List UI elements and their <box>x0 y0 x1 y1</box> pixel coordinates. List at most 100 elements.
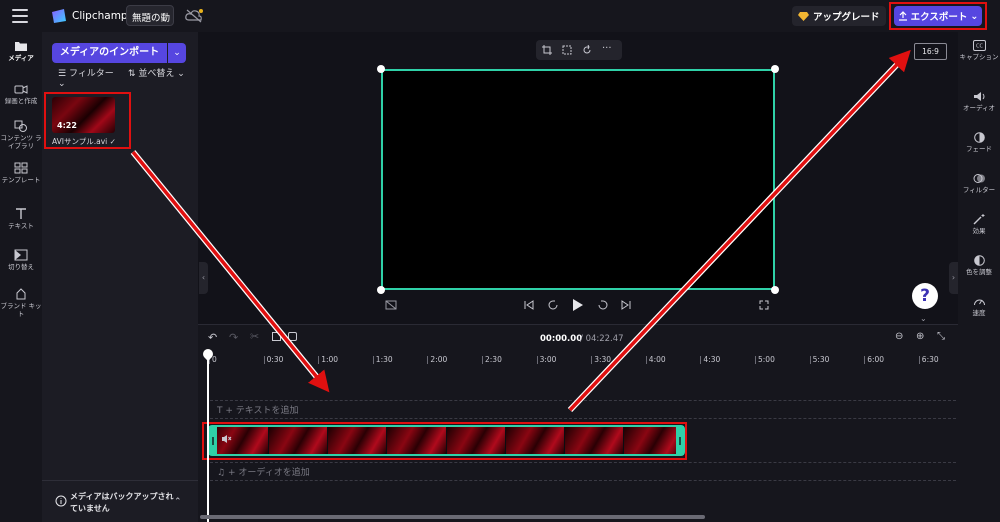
nav-label: フェード <box>966 145 992 153</box>
ruler-tick <box>918 356 920 364</box>
crop-icon[interactable] <box>542 45 552 55</box>
ruler-label: 5:00 <box>758 355 775 364</box>
collapse-left-panel-icon[interactable]: ‹ <box>199 262 208 294</box>
skip-back-icon[interactable] <box>524 300 534 310</box>
nav-label: フィルター <box>962 186 996 194</box>
clip-trim-left-handle[interactable]: ‖ <box>209 426 217 455</box>
ruler-tick <box>864 356 866 364</box>
fullscreen-icon[interactable] <box>759 300 769 310</box>
media-filename-text: AVIサンプル.avi <box>52 137 108 146</box>
nav-item-effects[interactable]: 効果 <box>958 214 1000 235</box>
nav-item-content-library[interactable]: コンテンツ ライブラリ <box>0 120 42 150</box>
add-text-track[interactable]: T + テキストを追加 <box>217 403 299 416</box>
filter-icon <box>973 174 985 183</box>
clip-frame <box>446 427 506 454</box>
nav-label: 切り替え <box>8 263 34 271</box>
clip-frame <box>387 427 447 454</box>
info-icon <box>55 495 67 507</box>
redo-icon[interactable]: ↷ <box>229 331 238 344</box>
help-button[interactable]: ? <box>912 283 938 309</box>
nav-item-audio[interactable]: オーディオ <box>958 91 1000 112</box>
import-dropdown-chevron-icon[interactable]: ⌄ <box>168 43 186 63</box>
ruler-label: 4:00 <box>648 355 666 364</box>
playhead[interactable] <box>207 352 209 522</box>
skip-forward-icon[interactable] <box>621 300 631 310</box>
resize-handle[interactable] <box>771 286 779 294</box>
brand-icon <box>16 288 26 300</box>
ruler-tick <box>372 356 374 364</box>
clipchamp-logo <box>52 9 66 23</box>
more-options-icon[interactable]: ··· <box>602 43 612 54</box>
ruler-tick <box>482 356 483 364</box>
play-icon[interactable] <box>572 298 584 312</box>
nav-item-adjust-colors[interactable]: 色を調整 <box>958 255 1000 276</box>
forward-5s-icon[interactable] <box>597 299 609 311</box>
duplicate-icon[interactable] <box>272 332 281 341</box>
cloud-offline-icon[interactable] <box>184 8 204 24</box>
filter-button[interactable]: ☰ フィルター ⌄ <box>58 69 118 89</box>
nav-item-brand-kit[interactable]: ブランド キット <box>0 288 42 318</box>
ruler-label: 6:30 <box>921 355 939 364</box>
ruler-tick <box>645 356 647 364</box>
add-media-icon[interactable] <box>288 332 297 341</box>
resize-handle[interactable] <box>771 65 779 73</box>
nav-label: ブランド キット <box>0 302 42 318</box>
ruler-label: 1:30 <box>375 355 393 364</box>
fit-timeline-icon[interactable]: ⤡ <box>937 331 945 342</box>
ruler-tick <box>263 356 265 364</box>
aspect-ratio-button[interactable]: 16:9 <box>914 43 947 60</box>
upgrade-button[interactable]: アップグレード <box>792 6 886 26</box>
cc-icon: CC <box>972 40 986 51</box>
fit-icon[interactable] <box>562 45 572 55</box>
zoom-out-icon[interactable]: ⊖ <box>895 331 903 342</box>
current-time: 00:00.00 <box>540 334 583 344</box>
ruler-label: 2:00 <box>430 355 448 364</box>
total-time: / 04:22.47 <box>580 334 624 344</box>
nav-label: オーディオ <box>962 104 996 112</box>
nav-item-media[interactable]: メディア <box>0 40 42 62</box>
nav-item-templates[interactable]: テンプレート <box>0 162 42 184</box>
project-title-field[interactable]: 無題の動 <box>126 5 174 26</box>
undo-icon[interactable]: ↶ <box>208 331 217 344</box>
ruler-label: 5:30 <box>812 355 830 364</box>
nav-label: テンプレート <box>1 176 41 184</box>
nav-item-record[interactable]: 録画と作成 <box>0 83 42 105</box>
video-clip[interactable] <box>208 425 685 456</box>
resize-handle[interactable] <box>377 65 385 73</box>
resize-handle[interactable] <box>377 286 385 294</box>
camera-icon <box>14 85 28 94</box>
collapse-right-panel-icon[interactable]: › <box>949 262 958 294</box>
nav-label: メディア <box>8 54 34 62</box>
nav-item-transitions[interactable]: 切り替え <box>0 249 42 271</box>
menu-icon[interactable] <box>12 9 28 23</box>
nav-item-filters[interactable]: フィルター <box>958 173 1000 194</box>
clip-mute-icon[interactable] <box>221 434 232 444</box>
chevron-up-icon[interactable]: ⌃ <box>174 497 182 507</box>
divider <box>198 324 958 325</box>
rewind-5s-icon[interactable] <box>547 299 559 311</box>
import-media-button[interactable]: メディアのインポート <box>52 43 167 63</box>
timeline-scrollbar[interactable] <box>200 515 705 519</box>
ruler-label: 0:30 <box>266 355 284 364</box>
add-audio-track[interactable]: ♫ + オーディオを追加 <box>217 465 310 478</box>
hide-preview-icon[interactable] <box>385 300 397 310</box>
svg-text:CC: CC <box>976 44 983 50</box>
grid-icon <box>14 162 28 174</box>
video-canvas[interactable] <box>381 69 775 290</box>
sort-button[interactable]: ⇅ 並べ替え ⌄ <box>128 69 188 79</box>
clip-trim-right-handle[interactable]: ‖ <box>676 426 684 455</box>
folder-icon <box>15 42 27 51</box>
export-button[interactable]: エクスポート ⌄ <box>894 6 982 26</box>
ruler-tick <box>318 356 320 364</box>
rotate-icon[interactable] <box>582 45 592 55</box>
nav-item-speed[interactable]: 速度 <box>958 296 1000 317</box>
nav-item-text[interactable]: テキスト <box>0 208 42 230</box>
nav-item-captions[interactable]: CC キャプション <box>958 40 1000 61</box>
diamond-icon <box>798 12 809 21</box>
zoom-in-icon[interactable]: ⊕ <box>916 331 924 342</box>
chevron-down-icon[interactable]: ⌄ <box>920 314 927 323</box>
split-scissors-icon[interactable]: ✂ <box>250 330 259 343</box>
nav-item-fade[interactable]: フェード <box>958 132 1000 153</box>
audio-track-border <box>210 462 956 463</box>
ruler-label: 6:00 <box>867 355 885 364</box>
